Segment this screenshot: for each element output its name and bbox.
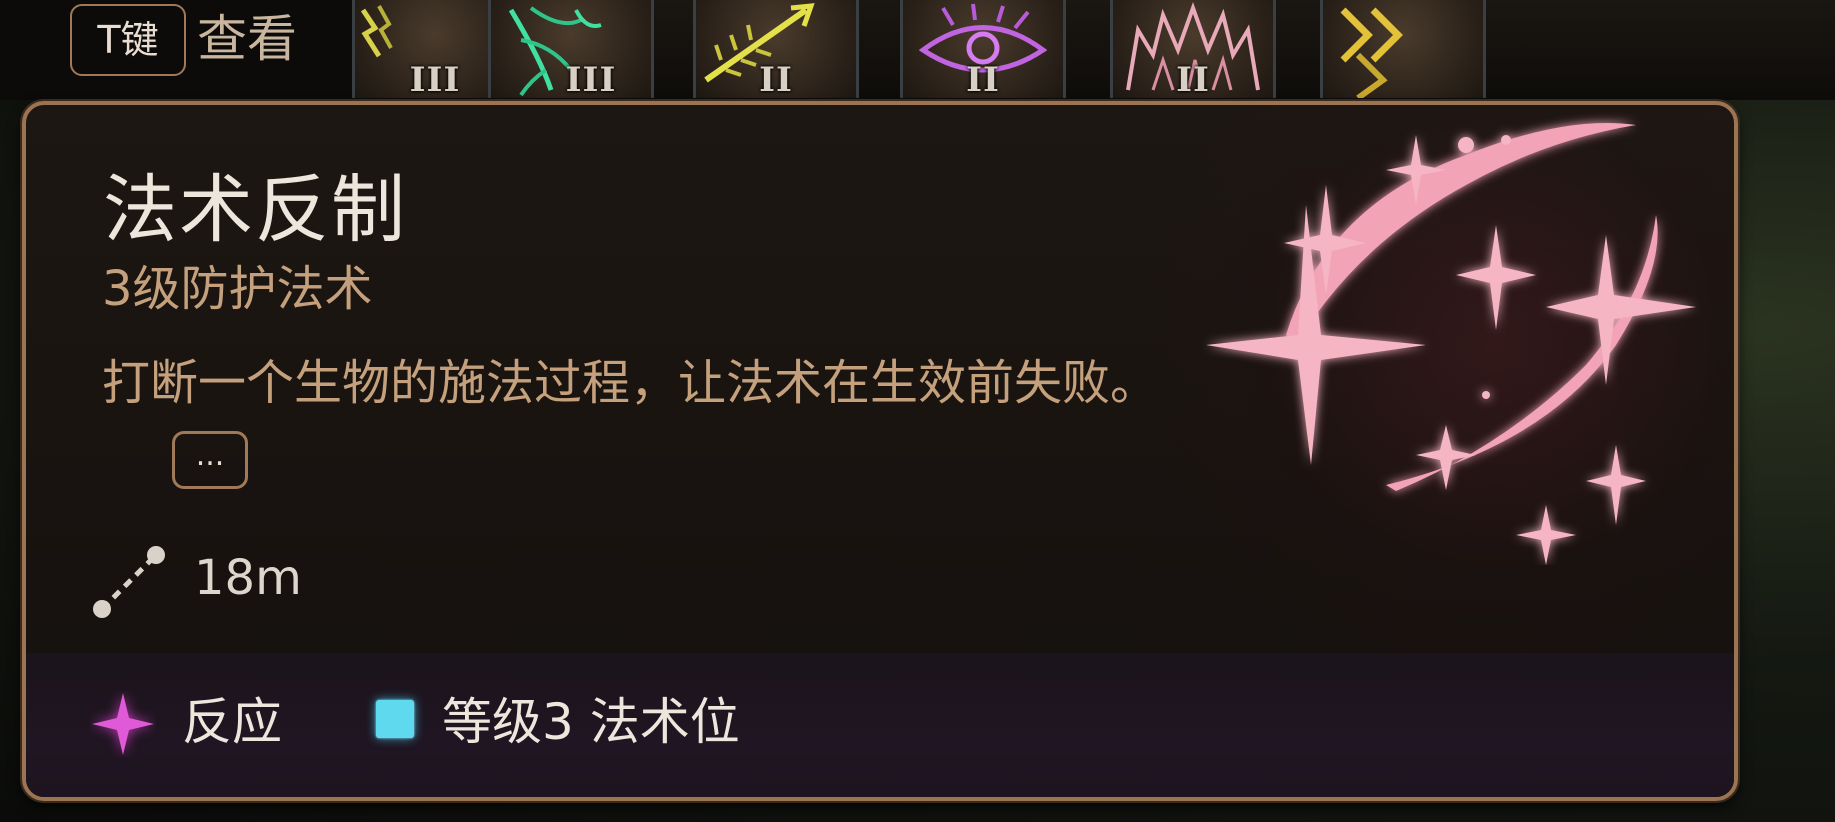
range-icon (93, 546, 165, 618)
spell-school-level: 3级防护法术 (102, 261, 373, 317)
slot-level: III (565, 60, 617, 98)
range-value: 18m (194, 550, 302, 606)
more-info-button[interactable]: ... (172, 431, 248, 489)
hotbar-slot-2[interactable]: III (488, 0, 654, 98)
spell-tooltip: 法术反制 3级防护法术 打断一个生物的施法过程，让法术在生效前失败。... 18… (22, 101, 1738, 801)
spell-title: 法术反制 (103, 167, 407, 253)
hotbar-slot-4[interactable]: II (900, 0, 1066, 98)
hotbar: T键 查看 III III II II II (0, 0, 1835, 100)
t-key-badge: T键 (70, 4, 186, 76)
reaction-label: 反应 (182, 693, 282, 751)
spell-slot-label: 等级3 法术位 (442, 693, 740, 751)
examine-label: 查看 (197, 10, 297, 68)
slot-level: II (759, 60, 793, 98)
yellow-chevron-spell-icon (1340, 7, 1403, 98)
reaction-icon (92, 693, 154, 755)
examine-hint: T键 查看 (0, 0, 352, 100)
spell-description-text: 打断一个生物的施法过程，让法术在生效前失败。 (102, 355, 1159, 411)
spell-description: 打断一个生物的施法过程，让法术在生效前失败。... (102, 343, 1232, 503)
cost-footer: 反应 等级3 法术位 (26, 653, 1734, 797)
hotbar-slot-5[interactable]: II (1110, 0, 1276, 98)
counterspell-art-icon (1206, 123, 1696, 565)
hotbar-slot-6[interactable] (1320, 0, 1486, 98)
slot-level: II (1176, 60, 1210, 98)
slot-level: II (966, 60, 1000, 98)
spell-slot-icon (376, 700, 414, 738)
hotbar-slot-3[interactable]: II (693, 0, 859, 98)
